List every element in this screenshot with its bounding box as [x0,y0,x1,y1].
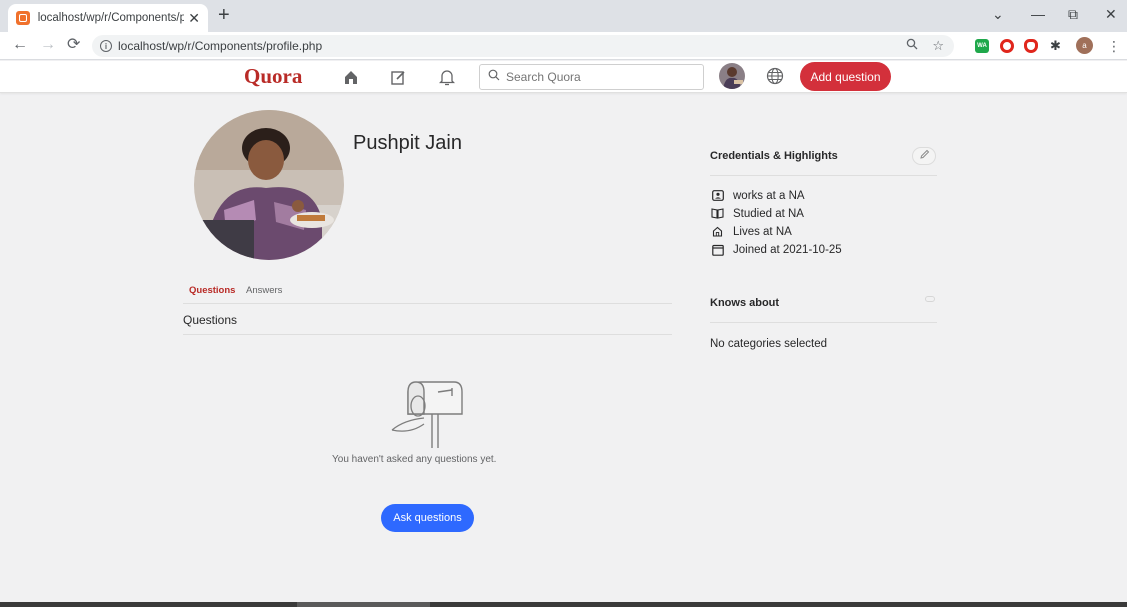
search-icon [488,68,500,86]
opera-extension-icon[interactable] [1000,39,1014,53]
add-question-button[interactable]: Add question [800,62,891,91]
briefcase-icon [711,189,724,202]
whatsapp-extension-icon[interactable]: WA [975,39,989,53]
browser-tab[interactable]: localhost/wp/r/Components/pro ✕ [8,4,208,32]
bookmark-star-icon[interactable]: ☆ [932,38,944,54]
search-input[interactable] [506,70,696,84]
knows-about-divider [710,322,937,323]
credential-education-text: Studied at NA [733,207,804,220]
tab-questions[interactable]: Questions [189,285,235,296]
credential-joined-text: Joined at 2021-10-25 [733,243,842,256]
ublock-extension-icon[interactable] [1024,39,1038,53]
edit-icon[interactable] [388,67,408,87]
credential-joined: Joined at 2021-10-25 [711,243,842,256]
home-icon[interactable] [341,67,361,87]
tab-search-icon[interactable]: ⌄ [992,6,1004,23]
forward-button[interactable]: → [40,36,56,54]
reload-button[interactable]: ⟳ [67,36,80,54]
tab-title: localhost/wp/r/Components/pro [37,12,185,24]
mailbox-icon [388,378,468,455]
tab-close-icon[interactable]: ✕ [188,11,200,25]
credential-location-text: Lives at NA [733,225,792,238]
credential-work-text: works at a NA [733,189,805,202]
credential-location: Lives at NA [711,225,792,238]
search-box[interactable] [479,64,704,90]
back-button[interactable]: ← [12,36,28,54]
taskbar-active-item[interactable] [297,602,430,607]
bell-icon[interactable] [437,67,457,87]
knows-about-title: Knows about [710,297,780,309]
quora-header: Quora Add question [0,61,1127,93]
knows-about-edit-icon[interactable] [925,296,935,302]
section-divider [183,334,672,335]
close-window-button[interactable]: ✕ [1105,6,1117,23]
taskbar [0,602,1127,607]
profile-name: Pushpit Jain [353,132,462,154]
user-avatar[interactable] [719,63,745,89]
extensions-puzzle-icon[interactable]: ✱ [1050,38,1064,53]
book-icon [711,207,724,220]
knows-about-empty: No categories selected [710,338,827,350]
restore-button[interactable]: ⧉ [1068,6,1078,23]
house-icon [711,225,724,238]
url-text: localhost/wp/r/Components/profile.php [118,39,323,53]
browser-toolbar: ← → ⟳ i localhost/wp/r/Components/profil… [0,32,1127,60]
profile-tabs: Questions Answers [183,284,672,304]
calendar-icon [711,243,724,256]
profile-picture [194,110,344,260]
globe-icon[interactable] [766,67,784,90]
favicon-icon [16,11,30,25]
address-bar[interactable]: i localhost/wp/r/Components/profile.php … [92,35,954,57]
empty-state-message: You haven't asked any questions yet. [332,454,497,465]
browser-tabstrip: localhost/wp/r/Components/pro ✕ + ⌄ — ⧉ … [0,0,1127,32]
new-tab-button[interactable]: + [218,5,230,25]
edit-credentials-button[interactable] [912,147,936,165]
ask-questions-button[interactable]: Ask questions [381,504,474,532]
section-title: Questions [183,313,238,327]
zoom-icon[interactable] [906,38,918,54]
credentials-divider [710,175,937,176]
credential-work: works at a NA [711,189,805,202]
info-icon[interactable]: i [100,40,112,52]
minimize-button[interactable]: — [1031,6,1045,22]
tab-answers[interactable]: Answers [246,285,282,296]
browser-menu-icon[interactable]: ⋮ [1107,38,1121,55]
pencil-icon [919,147,930,165]
browser-profile-avatar[interactable]: a [1076,37,1093,54]
credentials-title: Credentials & Highlights [710,150,838,162]
credential-education: Studied at NA [711,207,804,220]
quora-logo[interactable]: Quora [244,64,302,89]
